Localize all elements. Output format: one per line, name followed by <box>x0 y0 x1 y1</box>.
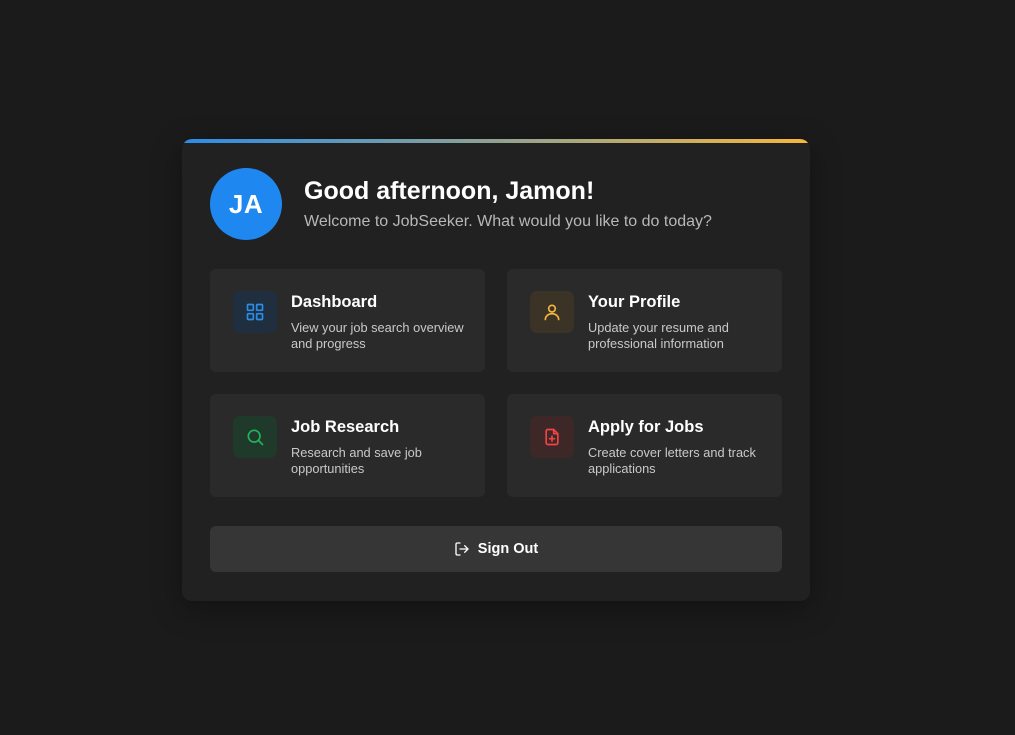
apply-jobs-tile[interactable]: Apply for Jobs Create cover letters and … <box>507 394 782 497</box>
file-plus-icon <box>545 428 559 446</box>
welcome-card: JA Good afternoon, Jamon! Welcome to Job… <box>182 139 810 601</box>
search-icon <box>247 429 264 446</box>
welcome-subtitle: Welcome to JobSeeker. What would you lik… <box>304 213 712 230</box>
apply-jobs-icon-badge <box>530 416 574 458</box>
dashboard-title: Dashboard <box>291 293 378 311</box>
profile-description: Update your resume and professional info… <box>588 320 729 351</box>
apply-jobs-title: Apply for Jobs <box>588 418 704 436</box>
job-research-description: Research and save job opportunities <box>291 445 422 476</box>
job-research-title: Job Research <box>291 418 400 436</box>
header-text: Good afternoon, Jamon! Welcome to JobSee… <box>304 176 712 232</box>
accent-bar <box>182 139 810 143</box>
apply-jobs-description: Create cover letters and track applicati… <box>588 445 756 476</box>
header: JA Good afternoon, Jamon! Welcome to Job… <box>210 168 712 240</box>
grid-icon <box>246 303 264 321</box>
sign-out-label: Sign Out <box>477 541 539 557</box>
job-research-icon-badge <box>233 416 277 458</box>
sign-out-button[interactable]: Sign Out <box>210 526 782 572</box>
dashboard-icon-badge <box>233 291 277 333</box>
profile-title: Your Profile <box>588 293 681 311</box>
avatar: JA <box>210 168 282 240</box>
job-research-tile[interactable]: Job Research Research and save job oppor… <box>210 394 485 497</box>
user-icon <box>544 304 560 321</box>
greeting: Good afternoon, Jamon! <box>304 177 595 205</box>
sign-out-icon <box>455 542 469 556</box>
dashboard-tile[interactable]: Dashboard View your job search overview … <box>210 269 485 372</box>
profile-icon-badge <box>530 291 574 333</box>
profile-tile[interactable]: Your Profile Update your resume and prof… <box>507 269 782 372</box>
dashboard-description: View your job search overview and progre… <box>291 320 464 351</box>
